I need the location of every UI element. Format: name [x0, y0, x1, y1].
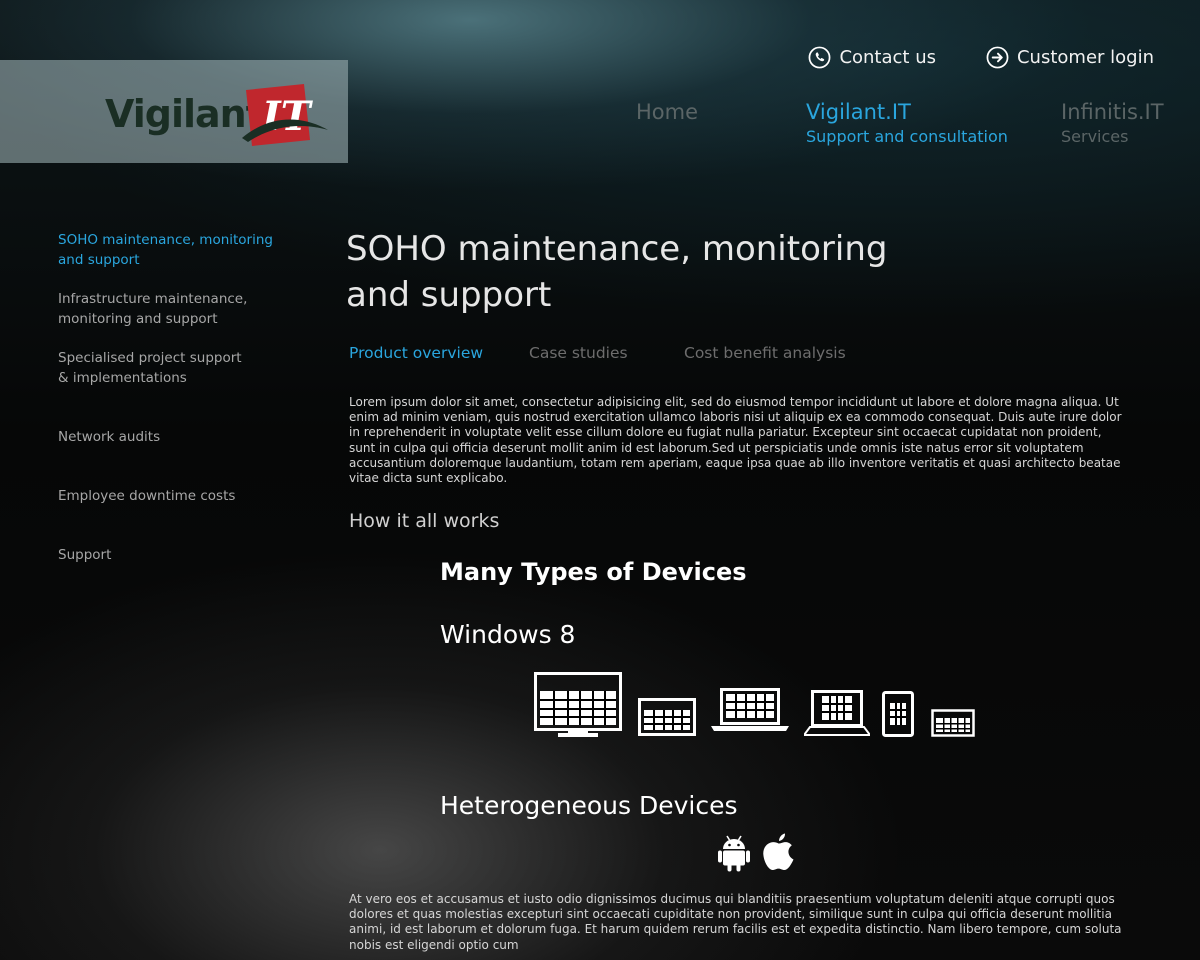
sidebar-item-downtime-costs[interactable]: Employee downtime costs — [58, 486, 288, 506]
tab-product-overview[interactable]: Product overview — [349, 344, 483, 362]
devices-heading: Many Types of Devices — [440, 558, 747, 586]
windows-heading: Windows 8 — [440, 620, 576, 649]
tab-case-studies[interactable]: Case studies — [529, 344, 628, 362]
contact-us-label: Contact us — [839, 47, 936, 68]
notebook-icon — [804, 690, 870, 736]
nav-infinitis-it-title: Infinitis.IT — [1061, 100, 1164, 124]
sidebar-item-network-audits[interactable]: Network audits — [58, 427, 288, 447]
android-icon — [718, 834, 750, 876]
customer-login-label: Customer login — [1016, 47, 1154, 68]
top-links: Contact us Customer login — [808, 46, 1154, 69]
nav-infinitis-it-subtitle: Services — [1061, 127, 1129, 146]
tab-cost-benefit[interactable]: Cost benefit analysis — [684, 344, 846, 362]
sidebar-item-infrastructure[interactable]: Infrastructure maintenance, monitoring a… — [58, 289, 288, 329]
arrow-circle-icon — [986, 46, 1009, 69]
sidebar-item-support[interactable]: Support — [58, 545, 288, 565]
small-tablet-icon — [931, 709, 975, 737]
page-title: SOHO maintenance, monitoring and support — [346, 229, 888, 315]
intro-paragraph: Lorem ipsum dolor sit amet, consectetur … — [349, 395, 1122, 486]
sidebar-item-soho[interactable]: SOHO maintenance, monitoring and support — [58, 230, 288, 270]
main-nav: Home Vigilant.IT Support and consultatio… — [0, 100, 1200, 160]
phone-icon — [882, 691, 914, 737]
outro-paragraph: At vero eos et accusamus et iusto odio d… — [349, 892, 1122, 952]
nav-vigilant-it-subtitle: Support and consultation — [806, 127, 1008, 146]
heterogeneous-heading: Heterogeneous Devices — [440, 791, 738, 820]
tablet-landscape-icon — [638, 698, 696, 736]
customer-login-link[interactable]: Customer login — [986, 46, 1154, 69]
nav-home-title: Home — [636, 100, 699, 124]
nav-vigilant-it-title: Vigilant.IT — [806, 100, 911, 124]
monitor-icon — [534, 672, 622, 738]
sidebar-item-specialised-projects[interactable]: Specialised project support & implementa… — [58, 348, 288, 388]
phone-circle-icon — [809, 46, 831, 69]
contact-us-link[interactable]: Contact us — [808, 46, 936, 69]
apple-icon — [762, 833, 795, 875]
section-heading: How it all works — [349, 510, 500, 532]
nav-vigilant-it[interactable]: Vigilant.IT Support and consultation — [806, 100, 1008, 146]
nav-infinitis-it[interactable]: Infinitis.IT Services — [1061, 100, 1164, 146]
laptop-icon — [711, 688, 789, 732]
nav-home[interactable]: Home — [636, 100, 698, 124]
